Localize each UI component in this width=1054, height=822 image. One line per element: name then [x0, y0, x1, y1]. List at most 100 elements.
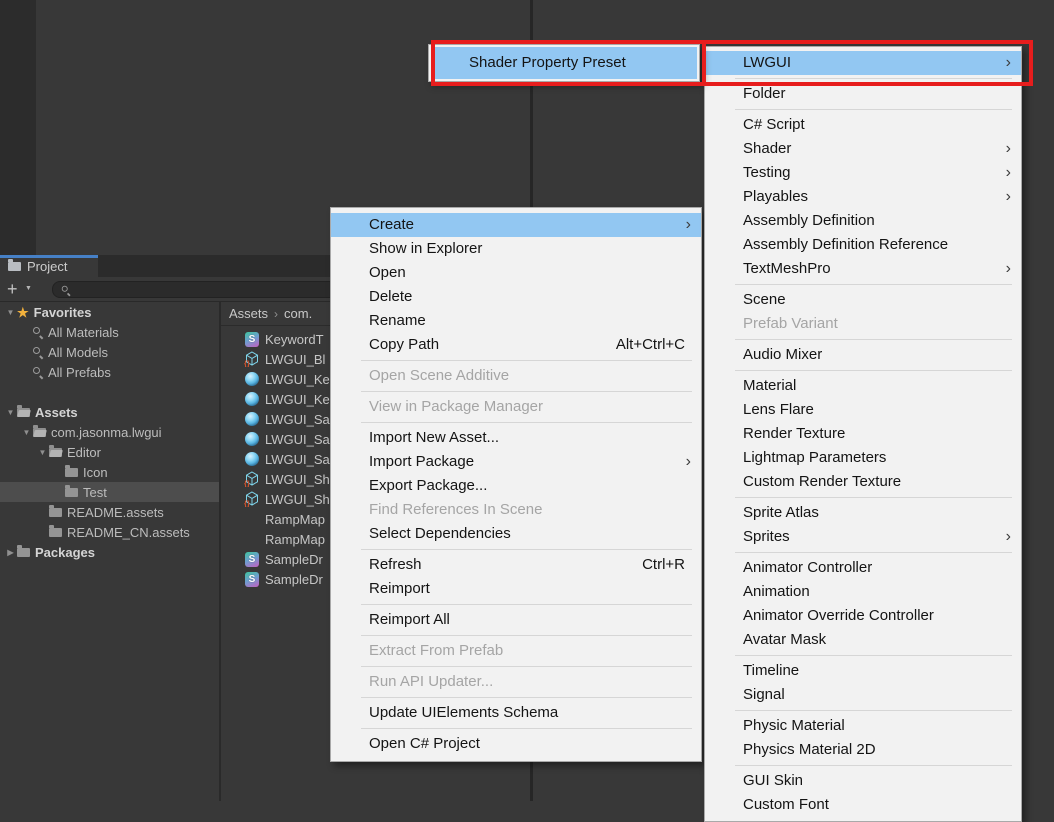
menu-item-material[interactable]: Material [705, 374, 1021, 398]
menu-item-open-scene-additive: Open Scene Additive [331, 364, 701, 388]
material-sphere-icon [244, 371, 260, 387]
menu-item-label: Testing [743, 164, 791, 181]
tree-item-favorites[interactable]: ▼★Favorites [0, 302, 219, 322]
menu-item-import-new-asset[interactable]: Import New Asset... [331, 426, 701, 450]
menu-item-animator-override-controller[interactable]: Animator Override Controller [705, 604, 1021, 628]
menu-item-label: Animator Override Controller [743, 607, 934, 624]
menu-item-shader[interactable]: Shader› [705, 137, 1021, 161]
menu-item-reimport[interactable]: Reimport [331, 577, 701, 601]
menu-item-gui-skin[interactable]: GUI Skin [705, 769, 1021, 793]
menu-item-textmeshpro[interactable]: TextMeshPro› [705, 257, 1021, 281]
menu-item-c-script[interactable]: C# Script [705, 113, 1021, 137]
menu-item-sprite-atlas[interactable]: Sprite Atlas [705, 501, 1021, 525]
tree-item-label: com.jasonma.lwgui [51, 425, 162, 440]
menu-item-reimport-all[interactable]: Reimport All [331, 608, 701, 632]
menu-item-lens-flare[interactable]: Lens Flare [705, 398, 1021, 422]
project-folder-tree: ▼★FavoritesAll Materials All Models All Pr… [0, 302, 219, 801]
menu-item-sprites[interactable]: Sprites› [705, 525, 1021, 549]
expand-arrow-icon[interactable]: ▼ [20, 428, 33, 437]
menu-item-assembly-definition-reference[interactable]: Assembly Definition Reference [705, 233, 1021, 257]
menu-separator [735, 78, 1012, 79]
add-asset-button[interactable]: + [7, 278, 18, 300]
menu-item-delete[interactable]: Delete [331, 285, 701, 309]
menu-item-label: LWGUI [743, 54, 791, 71]
menu-item-custom-render-texture[interactable]: Custom Render Texture [705, 470, 1021, 494]
tree-item-icon[interactable]: Icon [0, 462, 219, 482]
tab-project[interactable]: Project [0, 255, 98, 277]
menu-item-update-uielements-schema[interactable]: Update UIElements Schema [331, 701, 701, 725]
folder-icon [65, 468, 78, 477]
menu-item-shader-property-preset[interactable]: Shader Property Preset [431, 47, 697, 79]
menu-item-testing[interactable]: Testing› [705, 161, 1021, 185]
menu-item-label: Open [369, 264, 406, 281]
menu-item-show-in-explorer[interactable]: Show in Explorer [331, 237, 701, 261]
menu-item-select-dependencies[interactable]: Select Dependencies [331, 522, 701, 546]
menu-item-render-texture[interactable]: Render Texture [705, 422, 1021, 446]
menu-item-label: Reimport [369, 580, 430, 597]
menu-item-animator-controller[interactable]: Animator Controller [705, 556, 1021, 580]
file-name: RampMap [265, 532, 325, 547]
menu-item-physic-material[interactable]: Physic Material [705, 714, 1021, 738]
tree-icon-wrap [17, 408, 30, 417]
menu-item-animation[interactable]: Animation [705, 580, 1021, 604]
menu-item-folder[interactable]: Folder [705, 82, 1021, 106]
menu-item-playables[interactable]: Playables› [705, 185, 1021, 209]
folder-icon [49, 508, 62, 517]
menu-item-lightmap-parameters[interactable]: Lightmap Parameters [705, 446, 1021, 470]
submenu-arrow-icon: › [1006, 137, 1011, 161]
menu-item-export-package[interactable]: Export Package... [331, 474, 701, 498]
breadcrumb-assets[interactable]: Assets [229, 306, 268, 321]
tree-item-assets[interactable]: ▼Assets [0, 402, 219, 422]
menu-item-label: Assembly Definition Reference [743, 236, 948, 253]
menu-item-import-package[interactable]: Import Package› [331, 450, 701, 474]
material-sphere-icon [244, 391, 260, 407]
tree-item-com-jasonma-lwgui[interactable]: ▼ com.jasonma.lwgui [0, 422, 219, 442]
breadcrumb-package[interactable]: com. [284, 306, 312, 321]
folder-icon [8, 262, 21, 271]
expand-arrow-icon[interactable]: ▼ [36, 448, 49, 457]
create-submenu: LWGUI›FolderC# ScriptShader›Testing›Play… [704, 46, 1022, 822]
menu-separator [735, 655, 1012, 656]
menu-item-assembly-definition[interactable]: Assembly Definition [705, 209, 1021, 233]
menu-separator [361, 549, 692, 550]
svg-text:{}: {} [244, 499, 250, 507]
folder-icon [17, 548, 30, 557]
menu-item-label: Reimport All [369, 611, 450, 628]
tree-item-all-prefabs[interactable]: All Prefabs [0, 362, 219, 382]
tree-item-editor[interactable]: ▼Editor [0, 442, 219, 462]
menu-item-lwgui[interactable]: LWGUI› [705, 51, 1021, 75]
menu-separator [735, 109, 1012, 110]
menu-item-open-c-project[interactable]: Open C# Project [331, 732, 701, 756]
tree-icon-wrap [65, 488, 78, 497]
menu-item-scene[interactable]: Scene [705, 288, 1021, 312]
chevron-down-icon[interactable]: ▼ [25, 285, 32, 292]
tree-item-all-models[interactable]: All Models [0, 342, 219, 362]
menu-item-rename[interactable]: Rename [331, 309, 701, 333]
tree-item-readme-cn-assets[interactable]: README_CN.assets [0, 522, 219, 542]
project-tab-label: Project [27, 259, 67, 274]
menu-item-custom-font[interactable]: Custom Font [705, 793, 1021, 817]
expand-arrow-icon[interactable]: ▼ [4, 408, 17, 417]
menu-item-create[interactable]: Create› [331, 213, 701, 237]
menu-item-copy-path[interactable]: Copy PathAlt+Ctrl+C [331, 333, 701, 357]
menu-item-timeline[interactable]: Timeline [705, 659, 1021, 683]
menu-item-open[interactable]: Open [331, 261, 701, 285]
tree-item-all-materials[interactable]: All Materials [0, 322, 219, 342]
expand-arrow-icon[interactable]: ▼ [4, 308, 17, 317]
menu-item-refresh[interactable]: RefreshCtrl+R [331, 553, 701, 577]
tree-item-label: All Models [48, 345, 108, 360]
menu-item-audio-mixer[interactable]: Audio Mixer [705, 343, 1021, 367]
menu-item-physics-material-2d[interactable]: Physics Material 2D [705, 738, 1021, 762]
collapse-arrow-icon[interactable]: ▶ [4, 548, 17, 557]
menu-item-label: Folder [743, 85, 786, 102]
tree-item-packages[interactable]: ▶Packages [0, 542, 219, 562]
shader-cube-icon: {} [244, 351, 260, 367]
menu-item-label: Avatar Mask [743, 631, 826, 648]
menu-item-signal[interactable]: Signal [705, 683, 1021, 707]
submenu-arrow-icon: › [1006, 525, 1011, 549]
search-filter-icon [33, 347, 43, 357]
tree-item-test[interactable]: Test [0, 482, 219, 502]
menu-item-avatar-mask[interactable]: Avatar Mask [705, 628, 1021, 652]
tree-item-readme-assets[interactable]: README.assets [0, 502, 219, 522]
menu-item-find-references-in-scene: Find References In Scene [331, 498, 701, 522]
